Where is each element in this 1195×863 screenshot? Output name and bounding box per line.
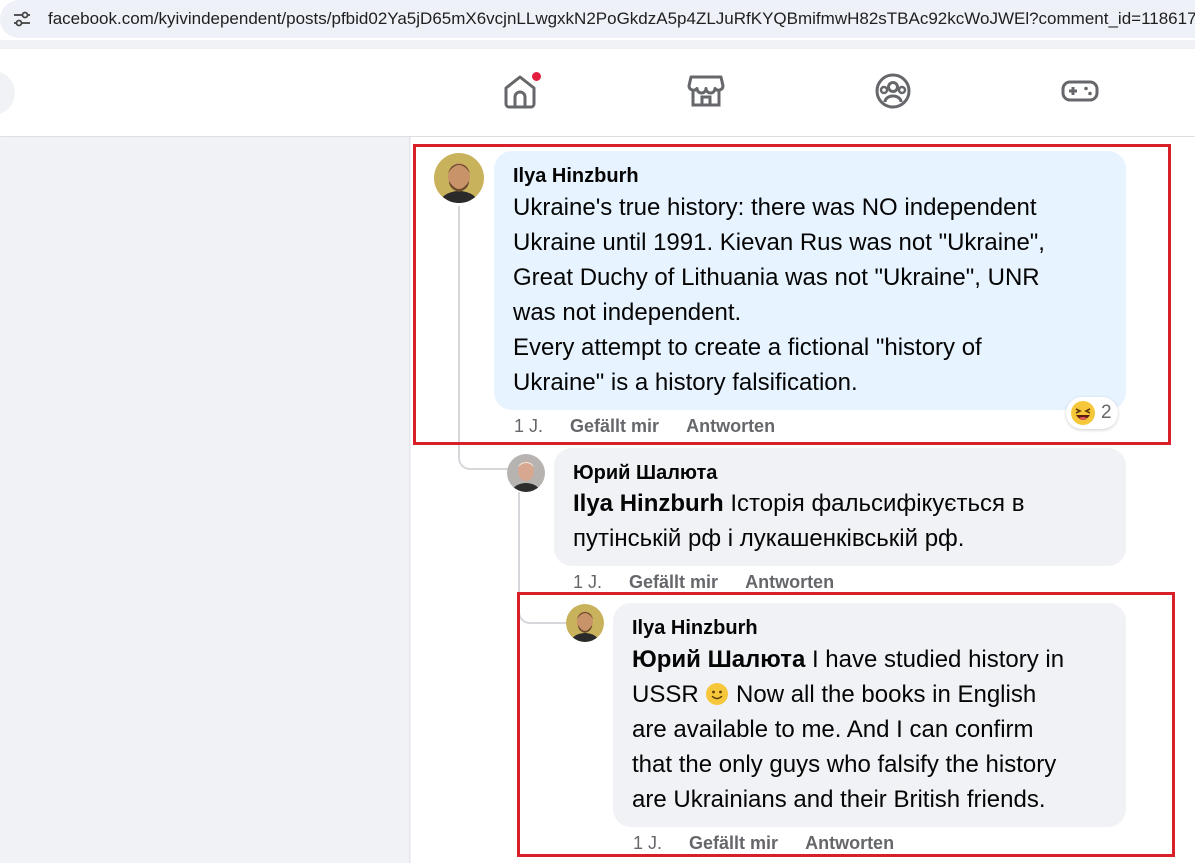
comment-line: are available to me. And I can confirm [632,716,1034,743]
thread-connector [518,594,568,624]
groups-icon[interactable] [873,71,913,111]
url-text[interactable]: facebook.com/kyivindependent/posts/pfbid… [48,9,1195,29]
reaction-summary[interactable]: 2 [1066,397,1118,429]
gaming-icon[interactable] [1060,71,1100,111]
comment-text: Юрий Шалюта I have studied history in US… [632,642,1122,817]
comment-bubble: Юрий Шалюта Ilya Hinzburh Історія фальси… [554,448,1126,566]
avatar[interactable] [566,604,604,642]
notification-dot [531,71,542,82]
avatar[interactable] [434,153,484,203]
comment-line: Ukraine until 1991. Kievan Rus was not "… [513,229,1045,256]
comment-timestamp[interactable]: 1 J. [573,572,602,592]
thread-line [518,492,520,604]
comment-text-fragment: Історія фальсифікується в [723,490,1025,517]
comment-line: USSR Now all the books in English [632,677,1122,712]
mention-link[interactable]: Юрий Шалюта [632,646,805,673]
comment-line: are Ukrainians and their British friends… [632,786,1046,813]
reply-button[interactable]: Antworten [745,572,834,592]
comment-line: that the only guys who falsify the histo… [632,751,1057,778]
facebook-top-nav [0,49,1195,136]
comment-bubble: Ilya Hinzburh Ukraine's true history: th… [494,151,1126,410]
comment-line: Great Duchy of Lithuania was not "Ukrain… [513,264,1040,291]
comment-actions: 1 J. Gefällt mir Antworten [514,415,797,437]
comment-line: Ukraine" is a history falsification. [513,369,858,396]
reply-button[interactable]: Antworten [805,833,894,853]
comment-line: путінській рф і лукашенківській рф. [573,525,965,552]
avatar[interactable] [507,454,545,492]
mention-link[interactable]: Ilya Hinzburh [573,490,724,517]
marketplace-icon[interactable] [686,71,726,111]
left-panel [0,137,410,863]
comment-text: Ilya Hinzburh Історія фальсифікується в … [573,486,1118,556]
laughing-face-emoji [1071,401,1095,425]
comment-text-fragment: I have studied history in [805,646,1065,673]
comment-actions: 1 J. Gefällt mir Antworten [633,832,916,854]
comment-text-fragment: USSR [632,681,706,708]
url-bar[interactable]: facebook.com/kyivindependent/posts/pfbid… [0,0,1195,38]
search-bar-edge[interactable] [0,71,15,115]
comment-line: Every attempt to create a fictional "his… [513,334,982,361]
comment-bubble: Ilya Hinzburh Юрий Шалюта I have studied… [613,603,1126,827]
comment-author[interactable]: Ilya Hinzburh [632,616,758,640]
thread-line [458,206,460,456]
site-info-icon[interactable] [12,9,32,29]
comment-timestamp[interactable]: 1 J. [514,416,543,436]
comment-line: was not independent. [513,299,742,326]
comment-line: Ilya Hinzburh Історія фальсифікується в [573,486,1118,521]
slightly-smiling-face-emoji [705,681,729,705]
reaction-count: 2 [1101,402,1112,423]
home-icon[interactable] [500,71,542,111]
thread-connector [458,440,508,470]
comment-text: Ukraine's true history: there was NO ind… [513,190,1113,400]
like-button[interactable]: Gefällt mir [689,833,778,853]
comment-text-fragment: Now all the books in English [729,681,1037,708]
comment-line: Юрий Шалюта I have studied history in [632,642,1122,677]
like-button[interactable]: Gefällt mir [570,416,659,436]
comment-author[interactable]: Ilya Hinzburh [513,164,639,188]
comment-timestamp[interactable]: 1 J. [633,833,662,853]
comment-author[interactable]: Юрий Шалюта [573,461,717,485]
comment-actions: 1 J. Gefällt mir Antworten [573,571,856,593]
reply-button[interactable]: Antworten [686,416,775,436]
like-button[interactable]: Gefällt mir [629,572,718,592]
comment-line: Ukraine's true history: there was NO ind… [513,194,1037,221]
browser-address-bar: facebook.com/kyivindependent/posts/pfbid… [0,0,1195,40]
